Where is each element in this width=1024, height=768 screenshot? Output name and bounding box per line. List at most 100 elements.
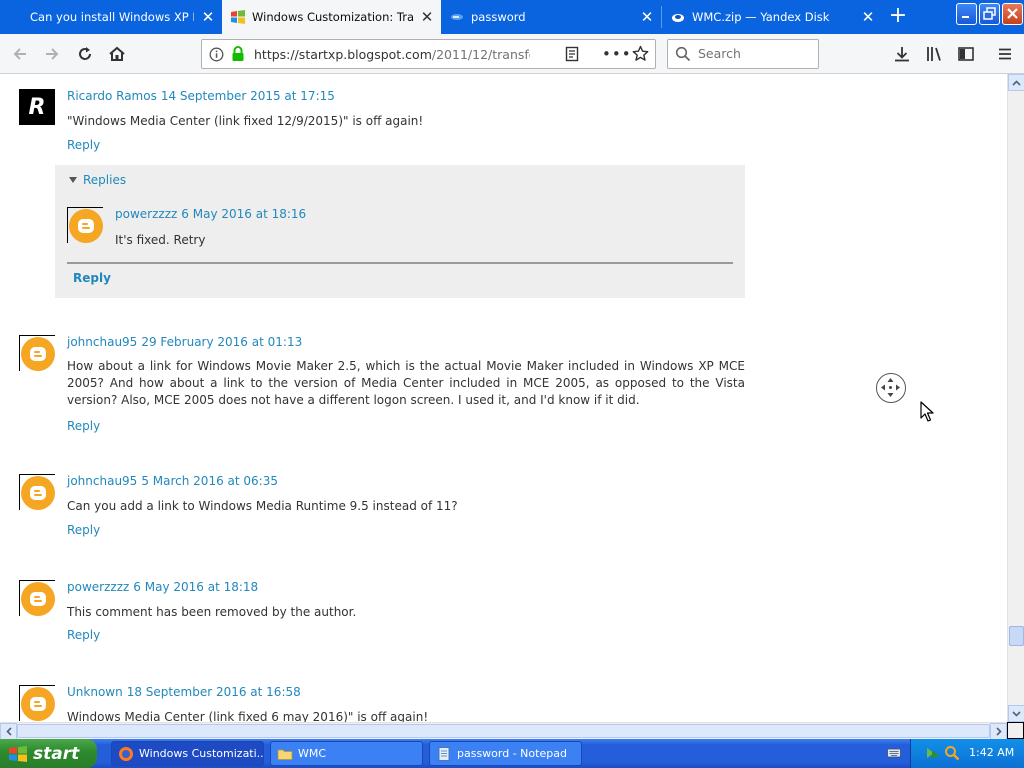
comment-timestamp[interactable]: 18 September 2016 at 16:58 bbox=[127, 685, 301, 699]
comment-timestamp[interactable]: 29 February 2016 at 01:13 bbox=[141, 335, 302, 349]
reply-link[interactable]: Reply bbox=[67, 419, 100, 433]
blogger-avatar-icon[interactable] bbox=[19, 474, 55, 510]
windows-flag-icon bbox=[230, 9, 246, 25]
page-actions-icon[interactable]: ••• bbox=[602, 45, 632, 63]
comment-author[interactable]: powerzzzz bbox=[67, 580, 129, 594]
lock-icon[interactable] bbox=[231, 46, 245, 65]
tab-password[interactable]: password ✕ bbox=[441, 0, 661, 34]
forward-button[interactable] bbox=[38, 40, 66, 68]
restore-button[interactable] bbox=[979, 3, 1000, 25]
tab-windows-customization[interactable]: Windows Customization: Transfor ✕ bbox=[222, 0, 441, 34]
close-window-button[interactable] bbox=[1002, 3, 1023, 25]
reply-author[interactable]: powerzzzz bbox=[115, 207, 177, 221]
close-tab-icon[interactable]: ✕ bbox=[413, 8, 441, 26]
url-text[interactable]: https://startxp.blogspot.com/2011/12/tra… bbox=[254, 47, 530, 62]
taskbar-item-firefox[interactable]: Windows Customizati... bbox=[111, 741, 264, 766]
search-tray-icon[interactable] bbox=[944, 745, 960, 764]
new-tab-button[interactable]: + bbox=[884, 4, 912, 30]
horizontal-scroll-thumb[interactable] bbox=[17, 724, 990, 738]
scroll-down-button[interactable] bbox=[1008, 705, 1024, 722]
horizontal-scrollbar[interactable] bbox=[0, 722, 1007, 740]
taskbar-item-notepad[interactable]: password - Notepad bbox=[429, 741, 582, 766]
close-tab-icon[interactable]: ✕ bbox=[194, 8, 222, 26]
replies-divider bbox=[67, 262, 733, 264]
network-icon[interactable] bbox=[925, 745, 941, 764]
tab-label: Can you install Windows XP Media bbox=[30, 10, 194, 24]
firefox-icon bbox=[119, 746, 133, 761]
scroll-left-button[interactable] bbox=[0, 723, 17, 740]
blogger-avatar-icon[interactable] bbox=[19, 335, 55, 371]
comment-header: johnchau95 5 March 2016 at 06:35 bbox=[67, 474, 278, 488]
replies-thread: Replies powerzzzz 6 May 2016 at 18:16 It'… bbox=[55, 165, 745, 298]
back-button[interactable] bbox=[6, 40, 34, 68]
reader-view-icon[interactable] bbox=[564, 46, 580, 65]
start-button[interactable]: start bbox=[0, 739, 97, 768]
keyboard-icon[interactable] bbox=[887, 746, 901, 763]
reload-button[interactable] bbox=[71, 40, 99, 68]
menu-button[interactable] bbox=[991, 40, 1019, 68]
forward-arrow-icon bbox=[46, 48, 59, 60]
navigation-toolbar: https://startxp.blogspot.com/2011/12/tra… bbox=[0, 34, 1024, 74]
bookmark-star-icon[interactable] bbox=[632, 45, 649, 65]
comment-timestamp[interactable]: 6 May 2016 at 18:18 bbox=[133, 580, 258, 594]
home-button[interactable] bbox=[103, 40, 131, 68]
comment-timestamp[interactable]: 14 September 2015 at 17:15 bbox=[161, 89, 335, 103]
library-icon bbox=[927, 47, 941, 61]
comment: Unknown 18 September 2016 at 16:58 Window… bbox=[19, 685, 745, 722]
reply-link[interactable]: Reply bbox=[67, 523, 100, 537]
scrollbar-corner bbox=[1007, 722, 1024, 739]
url-path: /2011/12/transform bbox=[431, 47, 530, 62]
info-icon[interactable] bbox=[209, 47, 224, 65]
tab-label: password bbox=[471, 10, 526, 24]
downloads-button[interactable] bbox=[888, 40, 916, 68]
comment-text: Windows Media Center (link fixed 6 may 2… bbox=[67, 710, 429, 722]
scroll-right-button[interactable] bbox=[990, 723, 1007, 740]
reply-link[interactable]: Reply bbox=[67, 628, 100, 642]
close-tab-icon[interactable]: ✕ bbox=[854, 8, 882, 26]
avatar-r-logo[interactable]: R bbox=[19, 89, 55, 125]
comment-author[interactable]: johnchau95 bbox=[67, 474, 137, 488]
chevron-down-icon bbox=[1012, 710, 1021, 717]
close-tab-icon[interactable]: ✕ bbox=[633, 8, 661, 26]
library-button[interactable] bbox=[920, 40, 948, 68]
comment-text: "Windows Media Center (link fixed 12/9/2… bbox=[67, 114, 424, 128]
address-bar[interactable]: https://startxp.blogspot.com/2011/12/tra… bbox=[201, 39, 656, 69]
chevron-left-icon bbox=[5, 727, 12, 736]
vertical-scrollbar[interactable] bbox=[1007, 74, 1024, 722]
sidebar-button[interactable] bbox=[952, 40, 980, 68]
comment-text: Can you add a link to Windows Media Runt… bbox=[67, 499, 458, 513]
blogger-avatar-icon[interactable] bbox=[19, 685, 55, 721]
replies-toggle[interactable]: Replies bbox=[69, 173, 126, 187]
reload-icon bbox=[79, 47, 91, 60]
blogger-avatar-icon[interactable] bbox=[19, 580, 55, 616]
url-host: https://startxp.blogspot.com bbox=[254, 47, 432, 62]
task-label: Windows Customizati... bbox=[139, 747, 264, 760]
tab-can-you-install[interactable]: Can you install Windows XP Media ✕ bbox=[0, 0, 222, 34]
yandex-disk-icon bbox=[670, 9, 686, 25]
comment-text: This comment has been removed by the aut… bbox=[67, 605, 357, 619]
task-label: WMC bbox=[298, 747, 327, 760]
scroll-up-button[interactable] bbox=[1008, 74, 1024, 91]
tab-yandex-disk[interactable]: WMC.zip — Yandex Disk ✕ bbox=[662, 0, 882, 34]
search-bar[interactable] bbox=[667, 39, 819, 69]
vertical-scroll-thumb[interactable] bbox=[1009, 626, 1024, 646]
comment: powerzzzz 6 May 2016 at 18:18 This commen… bbox=[19, 580, 745, 650]
sidebar-icon bbox=[958, 47, 974, 61]
comment-header: Unknown 18 September 2016 at 16:58 bbox=[67, 685, 301, 699]
comment-author[interactable]: Unknown bbox=[67, 685, 123, 699]
minimize-button[interactable] bbox=[956, 3, 977, 25]
search-input[interactable] bbox=[698, 46, 813, 61]
comment-author[interactable]: johnchau95 bbox=[67, 335, 137, 349]
chevron-up-icon bbox=[1012, 79, 1021, 86]
comment-author[interactable]: Ricardo Ramos bbox=[67, 89, 157, 103]
notepad-icon bbox=[438, 746, 450, 761]
reply-timestamp[interactable]: 6 May 2016 at 18:16 bbox=[181, 207, 306, 221]
taskbar-item-wmc-folder[interactable]: WMC bbox=[270, 741, 423, 766]
blogger-icon bbox=[8, 9, 24, 25]
comment-timestamp[interactable]: 5 March 2016 at 06:35 bbox=[141, 474, 278, 488]
reply-link[interactable]: Reply bbox=[67, 138, 100, 152]
thread-reply-link[interactable]: Reply bbox=[73, 271, 111, 285]
taskbar-clock[interactable]: 1:42 AM bbox=[969, 746, 1014, 759]
blogger-avatar-icon[interactable] bbox=[67, 207, 103, 243]
comment-header: Ricardo Ramos 14 September 2015 at 17:15 bbox=[67, 89, 335, 103]
